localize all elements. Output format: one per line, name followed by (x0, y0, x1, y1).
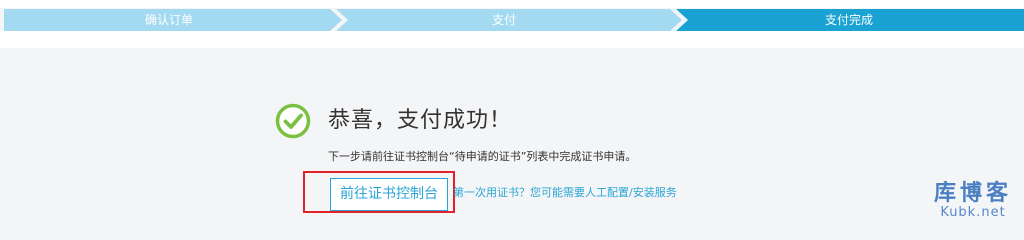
watermark-cn: 库博客 (933, 181, 1012, 206)
go-to-console-button[interactable]: 前往证书控制台 (330, 178, 448, 211)
success-title: 恭喜，支付成功！ (328, 108, 513, 133)
watermark-logo: 库博客 Kubk.net (928, 182, 1018, 220)
step-label-pay: 支付 (491, 13, 516, 27)
header-divider-band (0, 31, 1024, 48)
progress-steps: 确认订单 支付 支付完成 (4, 9, 1024, 31)
step-label-confirm-order: 确认订单 (144, 13, 193, 27)
step-label-pay-complete: 支付完成 (824, 13, 873, 27)
check-circle-icon (275, 103, 311, 139)
watermark-en: Kubk.net (940, 205, 1006, 220)
top-band (0, 0, 1024, 8)
next-step-tip: 下一步请前往证书控制台“待申请的证书”列表中完成证书申请。 (328, 150, 637, 163)
manual-config-help-link[interactable]: 第一次用证书？您可能需要人工配置/安装服务 (453, 186, 677, 200)
